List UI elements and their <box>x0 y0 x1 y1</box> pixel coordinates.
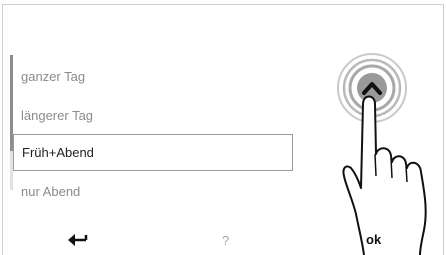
ok-button[interactable]: ok <box>366 232 381 247</box>
option-list: ganzer Tag längerer Tag Früh+Abend nur A… <box>10 55 293 199</box>
list-item-frueh-abend[interactable]: Früh+Abend <box>13 134 293 171</box>
help-button[interactable]: ? <box>222 233 229 248</box>
back-arrow-icon[interactable] <box>66 229 90 249</box>
list-item-ganzer-tag[interactable]: ganzer Tag <box>13 58 293 95</box>
list-item-label: längerer Tag <box>21 108 94 123</box>
list-item-laengerer-tag[interactable]: längerer Tag <box>13 97 293 134</box>
list-item-label: ganzer Tag <box>21 69 86 84</box>
list-item-nur-abend[interactable]: nur Abend <box>13 173 293 210</box>
list-item-label: nur Abend <box>21 184 81 199</box>
list-item-label: Früh+Abend <box>22 145 94 160</box>
bottom-bar: ? ok <box>2 230 444 255</box>
